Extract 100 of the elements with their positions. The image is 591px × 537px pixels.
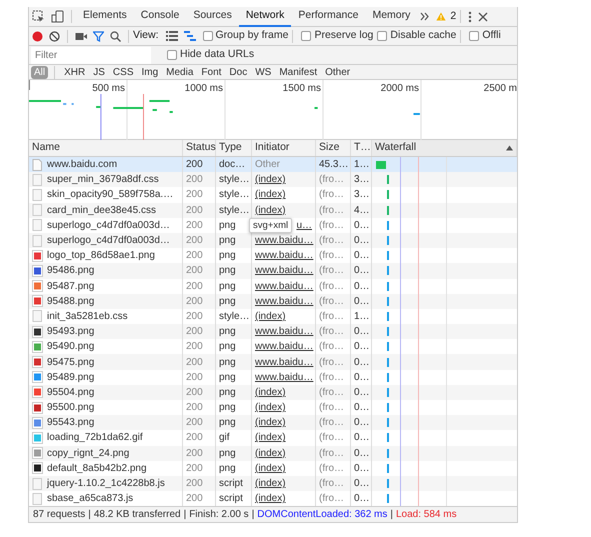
- status-text: Load: 584 ms: [396, 508, 457, 522]
- initiator-link[interactable]: www.baidu…: [255, 339, 314, 354]
- type-filter[interactable]: Media: [163, 66, 196, 78]
- checkbox-label: Offli: [482, 28, 501, 44]
- initiator-link[interactable]: (index): [255, 476, 286, 492]
- checkbox[interactable]: [167, 50, 177, 60]
- column-header[interactable]: Status: [186, 140, 216, 156]
- table-row[interactable]: 95504.png 200 png (index) (fro… 0…: [29, 384, 517, 400]
- file-icon: [32, 234, 43, 247]
- time-tick-label: 1000 ms: [184, 83, 223, 94]
- initiator-link[interactable]: u…: [296, 218, 312, 233]
- type-filter[interactable]: XHR: [61, 66, 88, 78]
- table-row[interactable]: card_min_dee38e45.css 200 style… (index) (fro… 4…: [29, 202, 517, 218]
- initiator-link[interactable]: (index): [255, 460, 286, 476]
- initiator-link[interactable]: (index): [255, 187, 286, 202]
- initiator-link[interactable]: www.baidu…: [255, 278, 314, 294]
- initiator-link[interactable]: (index): [255, 430, 286, 446]
- file-name: 95486.png: [47, 264, 94, 278]
- file-name: copy_rignt_24.png: [47, 446, 130, 461]
- tab[interactable]: Memory: [365, 6, 418, 26]
- size-cell: (fro…: [316, 263, 351, 278]
- type-cell: png: [216, 384, 252, 400]
- column-header[interactable]: Initiator: [255, 140, 290, 156]
- table-row[interactable]: 95486.png 200 png www.baidu… (fro… 0…: [29, 263, 517, 278]
- filter-field[interactable]: Filter: [31, 46, 151, 64]
- file-name: jquery-1.10.2_1c4228b8.js: [47, 477, 165, 492]
- initiator-link[interactable]: (index): [255, 384, 286, 400]
- file-name: card_min_dee38e45.css: [47, 204, 156, 218]
- tab[interactable]: Console: [134, 6, 186, 26]
- status-cell: 200: [183, 476, 216, 492]
- initiator-link[interactable]: www.baidu…: [255, 248, 314, 264]
- time-tick-label: 2000 ms: [380, 83, 419, 94]
- type-filter[interactable]: CSS: [110, 66, 136, 78]
- column-header[interactable]: T…: [354, 140, 371, 156]
- status-cell: 200: [183, 446, 216, 461]
- file-icon: [32, 478, 43, 490]
- checkbox[interactable]: [469, 31, 480, 41]
- initiator-link[interactable]: (index): [255, 446, 286, 461]
- status-cell: 200: [183, 294, 216, 309]
- checkbox[interactable]: [301, 31, 312, 41]
- table-row[interactable]: skin_opacity90_589f758a.… 200 style… (index) (fro… 3…: [29, 187, 517, 203]
- checkbox[interactable]: [202, 31, 212, 41]
- file-name: loading_72b1da62.gif: [47, 431, 143, 446]
- initiator-link[interactable]: www.baidu…: [255, 294, 314, 309]
- size-cell: (fro…: [316, 324, 351, 340]
- status-cell: 200: [183, 202, 216, 218]
- type-filter[interactable]: Doc: [226, 66, 250, 78]
- tab[interactable]: Sources: [186, 6, 239, 26]
- checkbox[interactable]: [377, 31, 388, 41]
- table-row[interactable]: copy_rignt_24.png 200 png (index) (fro… 0…: [29, 446, 517, 461]
- table-row[interactable]: super_min_3679a8df.css 200 style… (index) (fro… 3…: [29, 172, 517, 188]
- type-cell: png: [216, 446, 252, 461]
- table-row[interactable]: 95493.png 200 png www.baidu… (fro… 0…: [29, 324, 517, 340]
- table-row[interactable]: 95487.png 200 png www.baidu… (fro… 0…: [29, 278, 517, 294]
- column-header[interactable]: Type: [219, 140, 242, 156]
- type-filter[interactable]: Font: [198, 66, 224, 78]
- file-name: super_min_3679a8df.css: [47, 173, 159, 188]
- type-filter[interactable]: Other: [322, 66, 354, 78]
- table-row[interactable]: jquery-1.10.2_1c4228b8.js 200 script (index) (fro… 0…: [29, 476, 517, 492]
- size-cell: (fro…: [316, 232, 351, 248]
- table-row[interactable]: 95543.png 200 png (index) (fro… 0…: [29, 415, 517, 430]
- status-text: DOMContentLoaded: 362 ms: [257, 508, 388, 522]
- status-cell: 200: [183, 354, 216, 370]
- initiator-link[interactable]: www.baidu…: [255, 233, 314, 248]
- initiator-link[interactable]: www.baidu…: [255, 370, 314, 385]
- table-row[interactable]: 95489.png 200 png www.baidu… (fro… 0…: [29, 370, 517, 385]
- size-cell: (fro…: [316, 172, 351, 188]
- initiator-link[interactable]: (index): [255, 491, 286, 506]
- column-header[interactable]: Size: [319, 140, 340, 156]
- initiator-link[interactable]: www.baidu…: [255, 354, 314, 370]
- file-name: 95493.png: [47, 325, 94, 340]
- status-cell: 200: [183, 172, 216, 188]
- initiator-link[interactable]: (index): [255, 308, 286, 324]
- time-tick-label: 2500 m: [484, 83, 517, 94]
- initiator-link[interactable]: (index): [255, 172, 286, 188]
- table-row[interactable]: loading_72b1da62.gif 200 gif (index) (fro… 0…: [29, 430, 517, 446]
- file-name: 95475.png: [47, 356, 94, 370]
- table-row[interactable]: 95475.png 200 png www.baidu… (fro… 0…: [29, 354, 517, 370]
- type-filter[interactable]: Img: [138, 66, 162, 78]
- table-row[interactable]: superlogo_c4d7df0a003d… 200 png www.baidu… (fro… 0…: [29, 232, 517, 248]
- type-filter[interactable]: Manifest: [276, 66, 320, 78]
- type-cell: png: [216, 263, 252, 278]
- initiator-link[interactable]: (index): [255, 400, 286, 416]
- file-name: superlogo_c4d7df0a003d…: [47, 218, 170, 233]
- initiator-link[interactable]: (index): [255, 202, 286, 218]
- file-name: 95504.png: [47, 386, 94, 400]
- status-text: Finish: 2.00 s: [189, 508, 249, 522]
- initiator-link[interactable]: www.baidu…: [255, 263, 314, 278]
- column-header[interactable]: Name: [32, 140, 60, 156]
- table-row[interactable]: 95488.png 200 png www.baidu… (fro… 0…: [29, 294, 517, 309]
- initiator-link[interactable]: (index): [255, 415, 286, 430]
- tab[interactable]: Performance: [291, 6, 366, 26]
- tab[interactable]: Elements: [76, 6, 134, 26]
- table-row[interactable]: default_8a5b42b2.png 200 png (index) (fro… 0…: [29, 460, 517, 476]
- table-row[interactable]: www.baidu.com 200 doc… Other 45.3… 1…: [29, 157, 517, 172]
- type-filter[interactable]: WS: [252, 66, 274, 78]
- initiator-link[interactable]: www.baidu…: [255, 324, 314, 340]
- type-filter[interactable]: JS: [90, 66, 108, 78]
- table-row[interactable]: superlogo_c4d7df0a003d… 200 png svg+xml u… (fro… 0…: [29, 218, 517, 233]
- size-cell: (fro…: [316, 476, 351, 492]
